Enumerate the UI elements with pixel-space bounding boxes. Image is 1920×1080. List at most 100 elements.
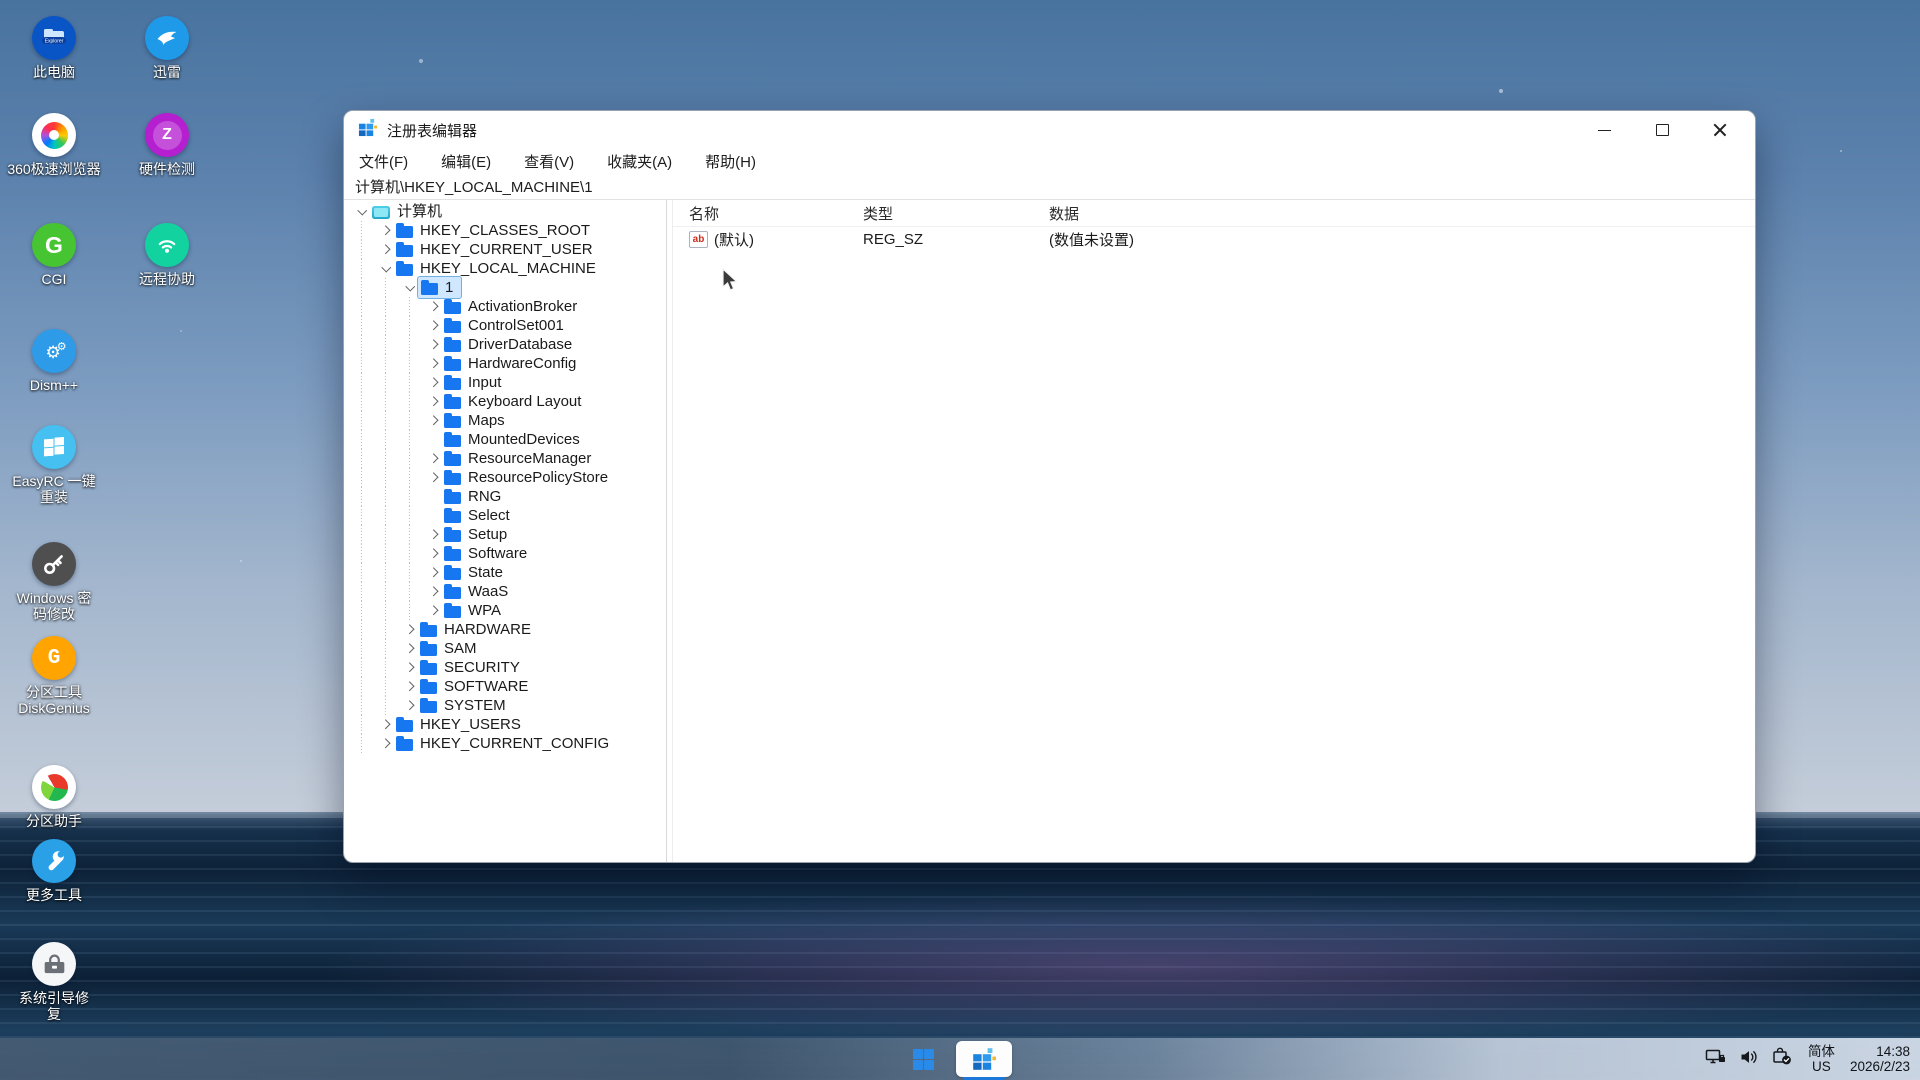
tree-item-WaaS[interactable]: WaaS [344,582,666,601]
tree-item-ResourcePolicyStore[interactable]: ResourcePolicyStore [344,468,666,487]
menu-item-0[interactable]: 文件(F) [356,150,411,173]
desktop-icon-360-browser[interactable]: 360极速浏览器 [0,113,114,177]
chevron-right-icon[interactable] [425,303,444,310]
chevron-right-icon[interactable] [425,550,444,557]
chevron-right-icon[interactable] [377,227,396,234]
menu-item-2[interactable]: 查看(V) [521,150,577,173]
chevron-down-icon[interactable] [377,264,396,273]
chevron-down-icon[interactable] [353,207,372,216]
column-header-name[interactable]: 名称 [689,203,863,224]
tree-guide-line [377,487,401,506]
tree-item-HKEY_CURRENT_USER[interactable]: HKEY_CURRENT_USER [344,240,666,259]
address-text: 计算机\HKEY_LOCAL_MACHINE\1 [355,178,593,196]
tree-guide-line [377,544,401,563]
tree-item-HKEY_USERS[interactable]: HKEY_USERS [344,715,666,734]
chevron-right-icon[interactable] [401,645,420,652]
tree-item-Maps[interactable]: Maps [344,411,666,430]
language-indicator[interactable]: 简体 US [1808,1044,1835,1074]
tree-item-SAM[interactable]: SAM [344,639,666,658]
folder-icon [396,735,413,751]
chevron-right-icon[interactable] [425,360,444,367]
menu-item-3[interactable]: 收藏夹(A) [604,150,675,173]
security-check-icon[interactable] [1772,1047,1793,1072]
pinwheel-icon [32,113,76,157]
tree-item-Setup[interactable]: Setup [344,525,666,544]
tree-item-Software[interactable]: Software [344,544,666,563]
close-button[interactable] [1691,111,1749,149]
maximize-button[interactable] [1633,111,1691,149]
desktop-icon-windows-password[interactable]: Windows 密 码修改 [0,542,114,622]
desktop-icon-more-tools[interactable]: 更多工具 [0,839,114,903]
chevron-right-icon[interactable] [401,626,420,633]
desktop-icon-cgi[interactable]: G CGI [0,223,114,287]
chevron-right-icon[interactable] [425,322,444,329]
chevron-right-icon[interactable] [377,721,396,728]
menu-item-1[interactable]: 编辑(E) [438,150,494,173]
chevron-right-icon[interactable] [425,588,444,595]
chevron-right-icon[interactable] [425,379,444,386]
desktop-icon-this-pc[interactable]: Explorer 此电脑 [0,16,114,80]
value-row-default[interactable]: ab (默认) REG_SZ (数值未设置) [673,227,1755,252]
chevron-right-icon[interactable] [425,341,444,348]
tree-item-HKEY_CLASSES_ROOT[interactable]: HKEY_CLASSES_ROOT [344,221,666,240]
chevron-right-icon[interactable] [425,398,444,405]
tree-item-1[interactable]: 1 [344,276,666,299]
tree-item-Select[interactable]: Select [344,506,666,525]
tree-guide-line [353,639,377,658]
clock[interactable]: 14:38 2026/2/23 [1850,1044,1910,1074]
tree-item-SOFTWARE[interactable]: SOFTWARE [344,677,666,696]
tree-item-Keyboard-Layout[interactable]: Keyboard Layout [344,392,666,411]
chevron-right-icon[interactable] [401,702,420,709]
tree-item-HardwareConfig[interactable]: HardwareConfig [344,354,666,373]
tree-item-MountedDevices[interactable]: MountedDevices [344,430,666,449]
minimize-button[interactable] [1575,111,1633,149]
tree-item-ControlSet001[interactable]: ControlSet001 [344,316,666,335]
desktop-icon-partition-assistant[interactable]: 分区助手 [0,765,114,829]
tree-guide-line [353,487,377,506]
tree-item-HARDWARE[interactable]: HARDWARE [344,620,666,639]
chevron-right-icon[interactable] [425,455,444,462]
tree-item-ResourceManager[interactable]: ResourceManager [344,449,666,468]
desktop-icon-boot-repair[interactable]: 系统引导修 复 [0,942,114,1022]
chevron-right-icon[interactable] [377,740,396,747]
start-button[interactable] [900,1038,946,1080]
tree-item-SECURITY[interactable]: SECURITY [344,658,666,677]
menu-item-4[interactable]: 帮助(H) [702,150,759,173]
desktop-icon-xunlei[interactable]: 迅雷 [107,16,227,80]
desktop-icon-remote-assist[interactable]: 远程协助 [107,223,227,287]
desktop-icon-label: EasyRC 一键 重装 [12,473,96,505]
tree-item-ActivationBroker[interactable]: ActivationBroker [344,297,666,316]
chevron-right-icon[interactable] [377,246,396,253]
chevron-right-icon[interactable] [401,683,420,690]
desktop-icon-label: 360极速浏览器 [7,161,101,177]
tree-item-RNG[interactable]: RNG [344,487,666,506]
chevron-right-icon[interactable] [425,531,444,538]
tree-item-label: Maps [468,412,505,429]
tree-item-Input[interactable]: Input [344,373,666,392]
column-header-type[interactable]: 类型 [863,203,1049,224]
tree-item-DriverDatabase[interactable]: DriverDatabase [344,335,666,354]
tree-guide-line [353,297,377,316]
titlebar[interactable]: 注册表编辑器 [344,111,1755,149]
desktop-icon-diskgenius[interactable]: G 分区工具 DiskGenius [0,636,114,716]
chevron-right-icon[interactable] [425,607,444,614]
tree-item-State[interactable]: State [344,563,666,582]
chevron-right-icon[interactable] [425,417,444,424]
tree-guide-line [401,449,425,468]
tree-item-WPA[interactable]: WPA [344,601,666,620]
tree-item-计算机[interactable]: 计算机 [344,202,666,221]
desktop-icon-dism[interactable]: ⚙⚙ Dism++ [0,329,114,393]
address-bar[interactable]: 计算机\HKEY_LOCAL_MACHINE\1 [344,173,1755,200]
chevron-right-icon[interactable] [425,474,444,481]
tree-item-HKEY_LOCAL_MACHINE[interactable]: HKEY_LOCAL_MACHINE [344,259,666,278]
desktop-icon-hardware-check[interactable]: Z 硬件检测 [107,113,227,177]
taskbar-regedit-button[interactable] [956,1041,1012,1077]
chevron-right-icon[interactable] [401,664,420,671]
volume-icon[interactable] [1739,1047,1759,1072]
network-icon[interactable] [1705,1047,1726,1072]
column-header-data[interactable]: 数据 [1049,203,1755,224]
tree-item-HKEY_CURRENT_CONFIG[interactable]: HKEY_CURRENT_CONFIG [344,734,666,753]
desktop-icon-easyrc-reinstall[interactable]: EasyRC 一键 重装 [0,425,114,505]
tree-item-SYSTEM[interactable]: SYSTEM [344,696,666,715]
chevron-right-icon[interactable] [425,569,444,576]
